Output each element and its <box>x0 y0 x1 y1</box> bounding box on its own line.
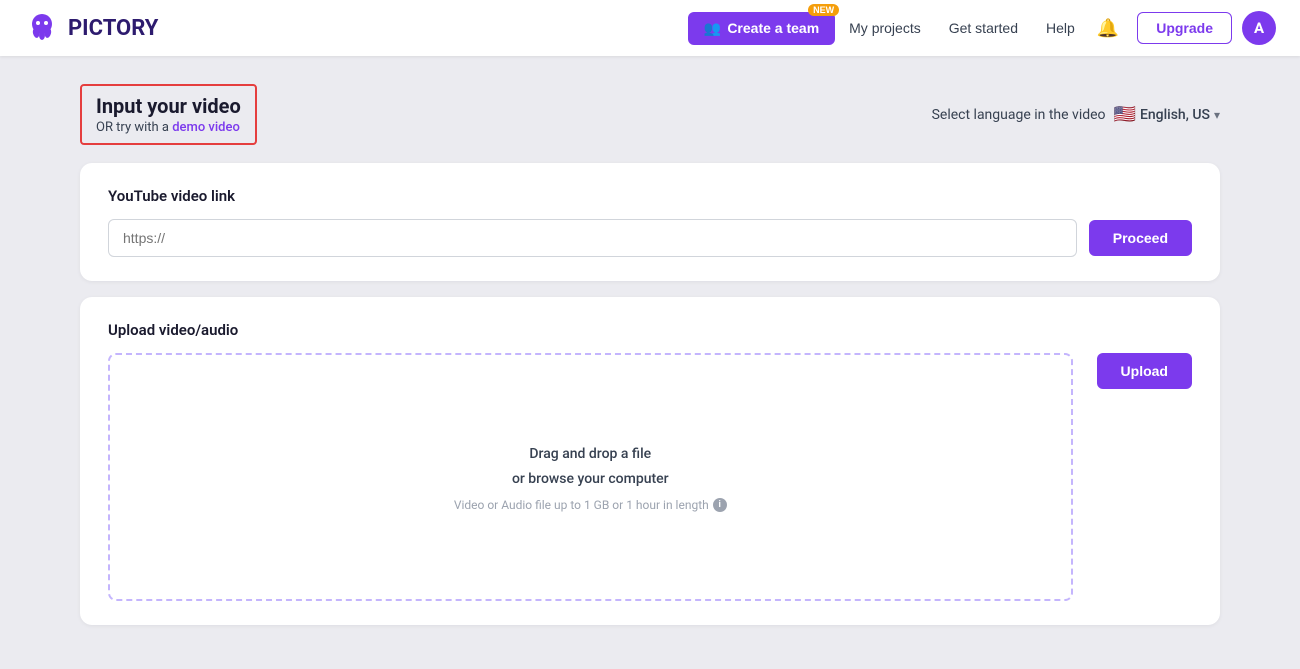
demo-video-link[interactable]: demo video <box>172 120 240 135</box>
upgrade-button[interactable]: Upgrade <box>1137 12 1232 44</box>
language-selector: Select language in the video 🇺🇸 English,… <box>932 104 1220 125</box>
team-icon: 👥 <box>704 20 721 37</box>
bell-icon[interactable]: 🔔 <box>1089 18 1127 39</box>
upload-row: Drag and drop a file or browse your comp… <box>108 353 1192 601</box>
upload-card: Upload video/audio Drag and drop a file … <box>80 297 1220 625</box>
info-icon: i <box>713 498 727 512</box>
youtube-card-label: YouTube video link <box>108 187 1192 205</box>
my-projects-button[interactable]: My projects <box>835 20 935 36</box>
dropzone[interactable]: Drag and drop a file or browse your comp… <box>108 353 1073 601</box>
get-started-button[interactable]: Get started <box>935 20 1032 36</box>
main-content: Input your video OR try with a demo vide… <box>0 56 1300 669</box>
help-button[interactable]: Help <box>1032 20 1089 36</box>
language-dropdown[interactable]: 🇺🇸 English, US ▾ <box>1114 104 1220 125</box>
proceed-button[interactable]: Proceed <box>1089 220 1192 256</box>
drag-drop-line2: or browse your computer <box>512 467 669 492</box>
language-value: English, US <box>1140 107 1210 123</box>
logo-text: PICTORY <box>68 16 158 41</box>
dropzone-text: Drag and drop a file or browse your comp… <box>512 442 669 492</box>
select-language-label: Select language in the video <box>932 107 1106 123</box>
chevron-down-icon: ▾ <box>1214 108 1220 122</box>
create-team-button[interactable]: 👥 Create a team NEW <box>688 12 835 45</box>
upload-button[interactable]: Upload <box>1097 353 1192 389</box>
flag-icon: 🇺🇸 <box>1114 104 1136 125</box>
or-try-text: OR try with a demo video <box>96 120 241 135</box>
youtube-row: Proceed <box>108 219 1192 257</box>
upload-card-label: Upload video/audio <box>108 321 1192 339</box>
page-title: Input your video <box>96 94 241 118</box>
create-team-label: Create a team <box>727 20 819 36</box>
new-badge: NEW <box>808 4 839 16</box>
youtube-card: YouTube video link Proceed <box>80 163 1220 281</box>
drag-drop-line1: Drag and drop a file <box>512 442 669 467</box>
youtube-url-input[interactable] <box>108 219 1077 257</box>
avatar[interactable]: A <box>1242 11 1276 45</box>
logo-icon <box>24 10 60 46</box>
dropzone-sub: Video or Audio file up to 1 GB or 1 hour… <box>454 498 727 512</box>
input-video-box: Input your video OR try with a demo vide… <box>80 84 257 145</box>
navbar: PICTORY 👥 Create a team NEW My projects … <box>0 0 1300 56</box>
header-row: Input your video OR try with a demo vide… <box>80 84 1220 145</box>
logo[interactable]: PICTORY <box>24 10 158 46</box>
